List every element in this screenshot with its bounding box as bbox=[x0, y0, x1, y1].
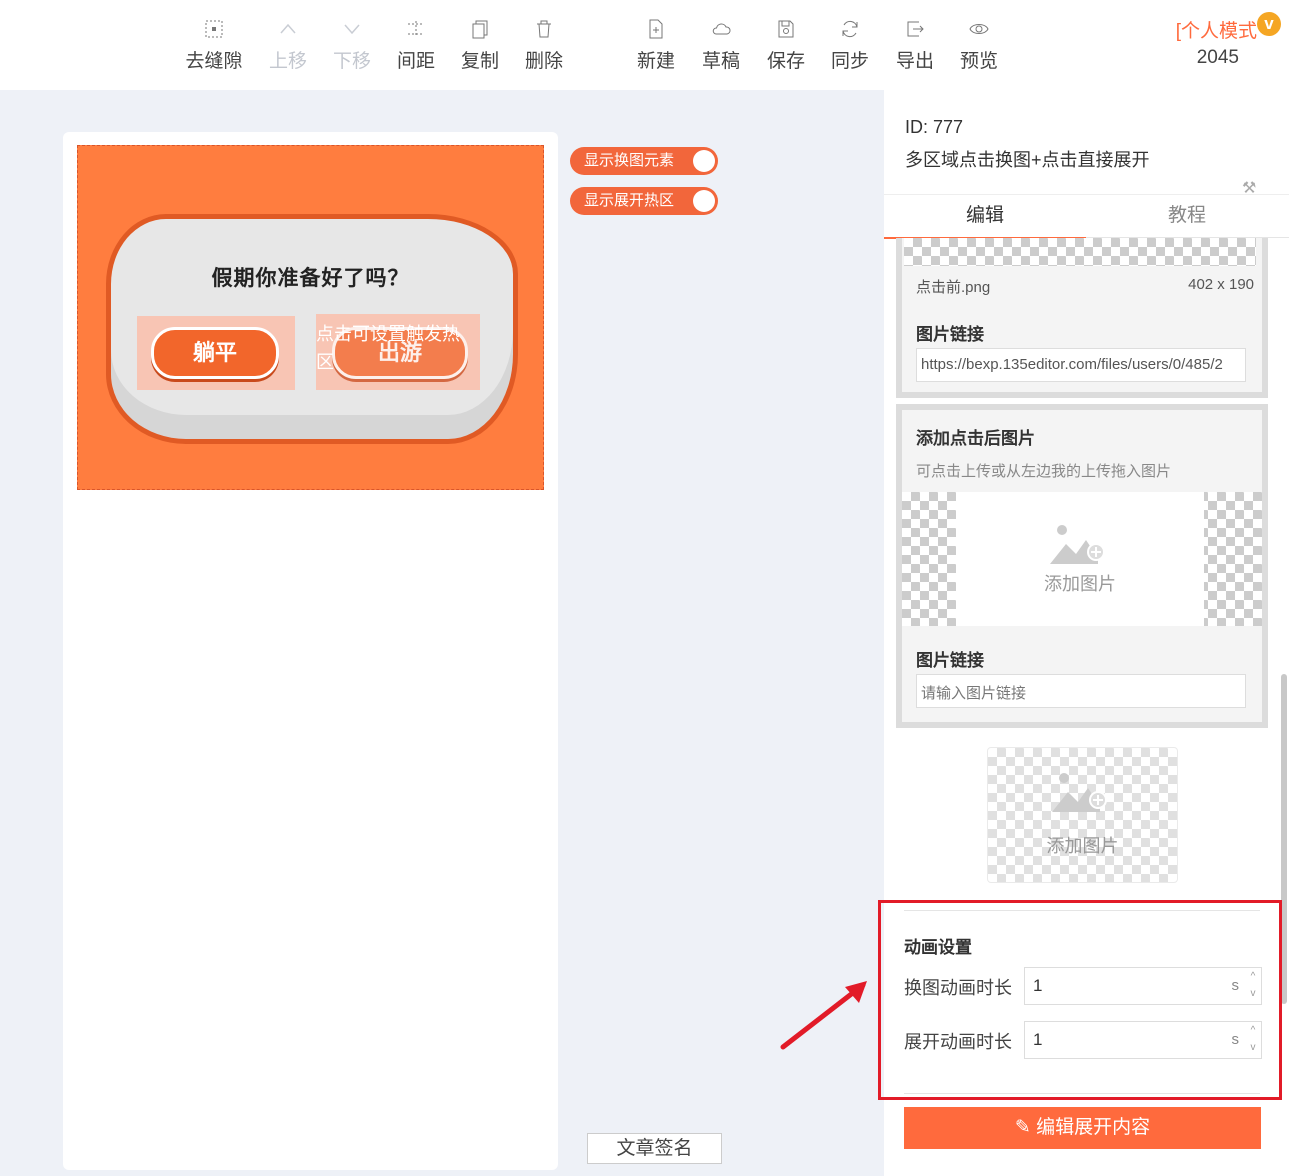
before-image-card: 点击前.png 402 x 190 图片链接 https://bexp.135e… bbox=[896, 238, 1268, 398]
save-icon bbox=[778, 20, 794, 38]
add-image-label: 添加图片 bbox=[1046, 836, 1119, 856]
trash-icon bbox=[537, 20, 551, 38]
canvas-title: 假期你准备好了吗？ bbox=[211, 267, 410, 290]
add-image-icon bbox=[1050, 525, 1105, 564]
template-id: ID: 777 bbox=[905, 117, 964, 137]
export-icon bbox=[907, 21, 924, 37]
template-name: 多区域点击换图+点击直接展开 bbox=[905, 150, 1150, 170]
tab-edit[interactable]: 编辑 bbox=[884, 195, 1086, 239]
personal-mode-link[interactable]: [个人模式 bbox=[1176, 16, 1257, 43]
toggle-knob bbox=[693, 150, 715, 172]
toggle-show-swap[interactable]: 显示换图元素 bbox=[570, 147, 718, 175]
move-down-button[interactable]: 下移 bbox=[320, 14, 384, 73]
article-signature-button[interactable]: 文章签名 bbox=[587, 1133, 722, 1164]
chevron-down-icon bbox=[344, 24, 360, 35]
new-file-icon bbox=[649, 19, 663, 39]
spacing-icon bbox=[408, 21, 424, 37]
hotzone-right[interactable]: 出游 点击可设置触发热区 bbox=[316, 314, 480, 390]
chevron-up-icon bbox=[280, 23, 296, 34]
image-link-input[interactable]: https://bexp.135editor.com/files/users/0… bbox=[916, 348, 1246, 382]
lie-flat-button: 躺平 bbox=[151, 327, 279, 379]
arrow-annotation-icon bbox=[780, 981, 867, 1050]
link-label: 图片链接 bbox=[916, 325, 984, 344]
link-label: 图片链接 bbox=[916, 651, 984, 670]
edit-expand-content-button[interactable]: ✎ 编辑展开内容 bbox=[904, 1107, 1261, 1149]
add-image-label: 添加图片 bbox=[1044, 574, 1116, 594]
export-button[interactable]: 导出 bbox=[883, 14, 947, 73]
add-image-icon bbox=[1052, 773, 1107, 812]
top-toolbar: 去缝隙 上移 下移 间距 复制 删除 新建 草稿 保存 同步 导出 预览 [个人… bbox=[0, 0, 1289, 90]
delete-button[interactable]: 删除 bbox=[512, 14, 576, 73]
remove-gap-button[interactable]: 去缝隙 bbox=[182, 14, 246, 73]
toggle-show-expand[interactable]: 显示展开热区 bbox=[570, 187, 718, 215]
tab-tutorial[interactable]: 教程 bbox=[1086, 195, 1288, 239]
hotzone-left[interactable]: 躺平 bbox=[137, 316, 295, 390]
sync-icon bbox=[842, 20, 858, 38]
save-button[interactable]: 保存 bbox=[754, 14, 818, 73]
copy-icon bbox=[472, 20, 488, 39]
preview-button[interactable]: 预览 bbox=[947, 14, 1011, 73]
after-image-card: 添加点击后图片 可点击上传或从左边我的上传拖入图片 添加图片 图片链接 请输入图… bbox=[896, 404, 1268, 728]
image-dimensions: 402 x 190 bbox=[1188, 276, 1254, 293]
artboard-image[interactable]: 假期你准备好了吗？ 躺平 出游 点击可设置触发热区 bbox=[77, 145, 544, 490]
pencil-icon: ✎ bbox=[1014, 1117, 1037, 1138]
after-card-title: 添加点击后图片 bbox=[916, 429, 1035, 448]
panel-tabs: 编辑 教程 bbox=[884, 194, 1289, 239]
toggle-knob bbox=[693, 190, 715, 212]
spacing-button[interactable]: 间距 bbox=[384, 14, 448, 73]
sync-button[interactable]: 同步 bbox=[818, 14, 882, 73]
vip-badge-icon: v bbox=[1257, 12, 1281, 36]
highlight-box bbox=[878, 900, 1282, 1100]
draft-button[interactable]: 草稿 bbox=[689, 14, 753, 73]
image-link-input[interactable]: 请输入图片链接 bbox=[916, 674, 1246, 708]
copy-button[interactable]: 复制 bbox=[448, 14, 512, 73]
image-preview bbox=[904, 238, 1256, 266]
hotzone-hint: 点击可设置触发热区 bbox=[316, 324, 460, 372]
after-image-dropzone[interactable]: 添加图片 bbox=[902, 492, 1262, 626]
cloud-icon bbox=[712, 23, 731, 35]
user-number: 2045 bbox=[1196, 47, 1239, 68]
eye-icon bbox=[969, 24, 989, 34]
new-button[interactable]: 新建 bbox=[624, 14, 688, 73]
after-card-hint: 可点击上传或从左边我的上传拖入图片 bbox=[916, 463, 1172, 480]
file-name: 点击前.png bbox=[916, 279, 991, 296]
move-up-button[interactable]: 上移 bbox=[256, 14, 320, 73]
no-gap-icon bbox=[205, 20, 223, 38]
